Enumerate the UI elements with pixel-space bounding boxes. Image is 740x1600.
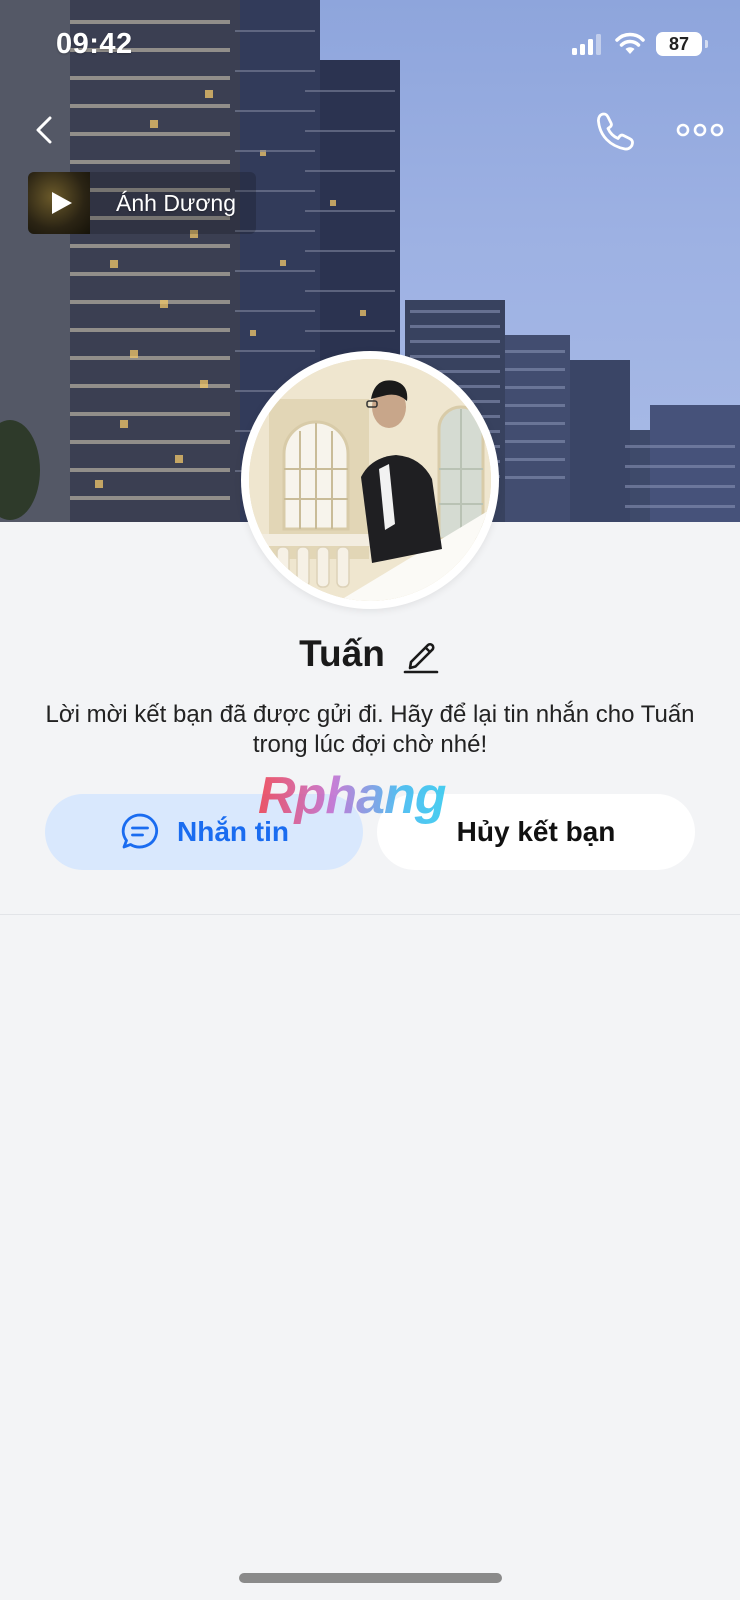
- section-divider: [0, 914, 740, 915]
- friend-request-sent-message: Lời mời kết bạn đã được gửi đi. Hãy để l…: [45, 701, 695, 758]
- status-time: 09:42: [56, 28, 133, 60]
- home-indicator[interactable]: [239, 1573, 502, 1583]
- play-icon[interactable]: [52, 192, 72, 214]
- avatar-image: [249, 359, 491, 601]
- cancel-friend-request-button[interactable]: Hủy kết bạn: [377, 794, 695, 870]
- avatar[interactable]: [241, 351, 499, 609]
- message-button[interactable]: Nhắn tin: [45, 794, 363, 870]
- battery-indicator: 87: [656, 32, 708, 56]
- phone-icon[interactable]: [592, 108, 638, 154]
- profile-name-row: Tuấn: [0, 628, 740, 680]
- music-thumbnail: [28, 172, 90, 234]
- signal-icon: [572, 34, 601, 55]
- message-button-label: Nhắn tin: [177, 816, 289, 847]
- music-title: Ánh Dương: [116, 189, 236, 216]
- chat-bubble-icon: [121, 813, 159, 849]
- cancel-friend-request-label: Hủy kết bạn: [456, 816, 616, 847]
- wifi-icon: [615, 32, 645, 54]
- edit-pencil-icon[interactable]: [401, 634, 441, 674]
- status-indicators: 87: [572, 32, 708, 56]
- profile-name: Tuấn: [299, 633, 385, 674]
- chevron-left-icon[interactable]: [26, 110, 66, 150]
- more-dots-icon[interactable]: [676, 116, 724, 144]
- profile-music-chip[interactable]: Ánh Dương: [28, 172, 256, 234]
